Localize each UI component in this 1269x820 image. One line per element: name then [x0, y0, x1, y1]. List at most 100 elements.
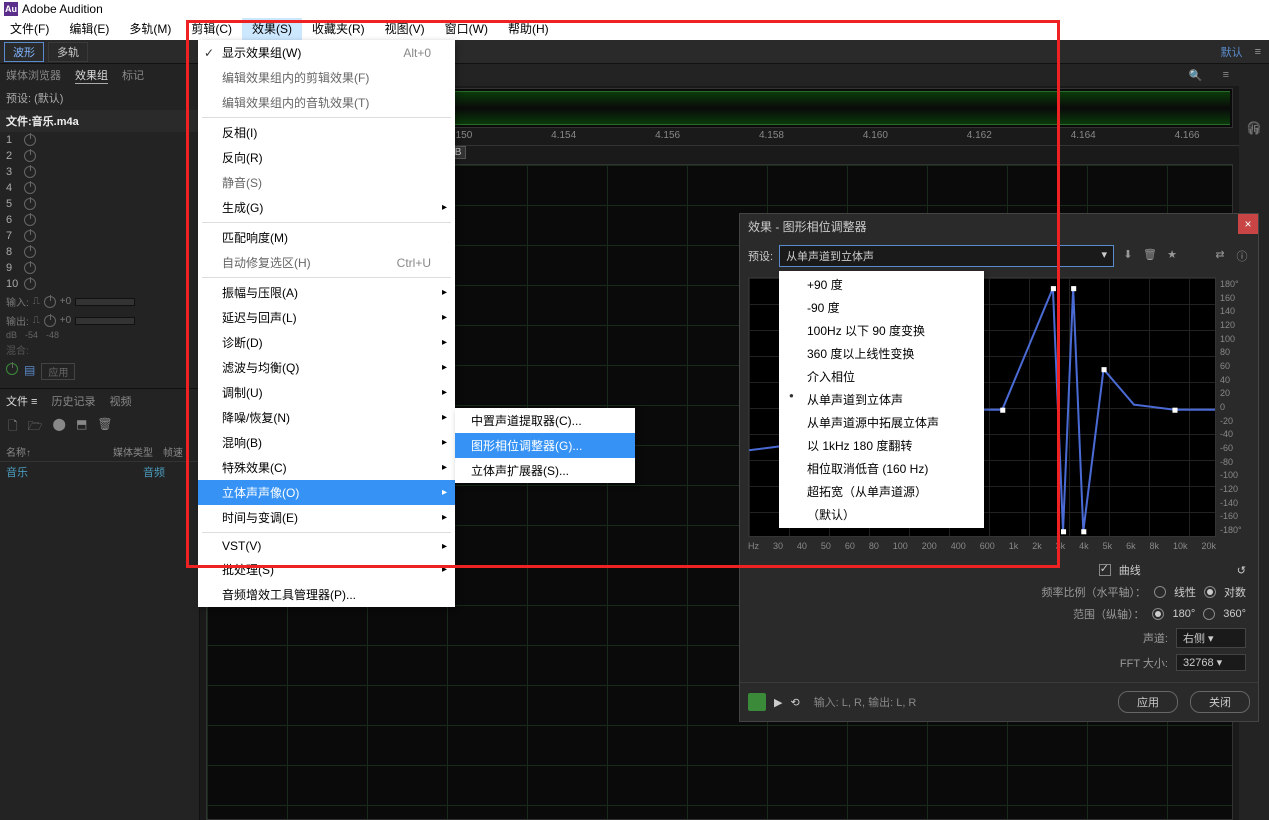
close-button[interactable]: × — [1238, 214, 1258, 234]
power-icon[interactable] — [24, 198, 36, 210]
rack-slot[interactable]: 7 — [0, 228, 199, 244]
rack-slot[interactable]: 9 — [0, 260, 199, 276]
power-icon[interactable] — [24, 246, 36, 258]
menu-item[interactable]: 混响(B) — [198, 430, 455, 455]
list-icon[interactable]: ▤ — [24, 363, 35, 380]
workspace-default[interactable]: 默认 — [1221, 44, 1243, 60]
reset-icon[interactable]: ↺ — [1237, 564, 1246, 577]
tab-video[interactable]: 视频 — [109, 393, 131, 409]
menu-item[interactable]: 反向(R) — [198, 145, 455, 170]
power-icon[interactable] — [24, 262, 36, 274]
submenu-item[interactable]: 图形相位调整器(G)... — [455, 433, 635, 458]
save-preset-icon[interactable]: ⬇ — [1120, 248, 1136, 264]
trash-icon[interactable]: 🗑 — [97, 417, 112, 438]
record-icon[interactable]: ⬤ — [53, 417, 66, 438]
preset-option[interactable]: 相位取消低音 (160 Hz) — [779, 457, 984, 480]
menu-multitrack[interactable]: 多轨(M) — [119, 18, 181, 40]
menu-item[interactable]: 振幅与压限(A) — [198, 280, 455, 305]
preset-option[interactable]: -90 度 — [779, 296, 984, 319]
submenu-item[interactable]: 中置声道提取器(C)... — [455, 408, 635, 433]
channel-select[interactable]: 右侧 ▾ — [1176, 628, 1246, 648]
rack-slot[interactable]: 8 — [0, 244, 199, 260]
rack-slot[interactable]: 5 — [0, 196, 199, 212]
rack-slot[interactable]: 2 — [0, 148, 199, 164]
menu-item[interactable]: 立体声声像(O) — [198, 480, 455, 505]
preset-option[interactable]: 介入相位 — [779, 365, 984, 388]
menu-edit[interactable]: 编辑(E) — [59, 18, 119, 40]
insert-icon[interactable]: ⬒ — [76, 417, 87, 438]
menu-item[interactable]: 降噪/恢复(N) — [198, 405, 455, 430]
tab-media-browser[interactable]: 媒体浏览器 — [6, 67, 61, 83]
power-icon[interactable] — [24, 166, 36, 178]
preset-option[interactable]: +90 度 — [779, 273, 984, 296]
preset-option[interactable]: 从单声道到立体声 — [779, 388, 984, 411]
menu-item[interactable]: 音频增效工具管理器(P)... — [198, 582, 455, 607]
tab-markers[interactable]: 标记 — [122, 67, 144, 83]
power-icon[interactable] — [24, 214, 36, 226]
play-icon[interactable]: ▶ — [774, 696, 782, 709]
menu-clip[interactable]: 剪辑(C) — [181, 18, 242, 40]
col-fps[interactable]: 帧速 — [163, 444, 193, 459]
menu-item[interactable]: 显示效果组(W)Alt+0 — [198, 40, 455, 65]
waveform-view-button[interactable]: 波形 — [4, 42, 44, 62]
multitrack-view-button[interactable]: 多轨 — [48, 42, 88, 62]
menu-view[interactable]: 视图(V) — [375, 18, 435, 40]
apply-button-small[interactable]: 应用 — [41, 363, 75, 380]
preset-option[interactable]: 从单声道源中拓展立体声 — [779, 411, 984, 434]
tab-files[interactable]: 文件 ≡ — [6, 393, 37, 409]
info-icon[interactable]: ⓘ — [1234, 248, 1250, 264]
menu-item[interactable]: 调制(U) — [198, 380, 455, 405]
preset-option[interactable]: （默认） — [779, 503, 984, 526]
rack-slot[interactable]: 3 — [0, 164, 199, 180]
power-icon[interactable] — [24, 150, 36, 162]
zoom-icon[interactable]: 🔍 — [1189, 69, 1203, 82]
workspace-menu-icon[interactable]: ≡ — [1255, 46, 1261, 58]
rack-preset-value[interactable]: (默认) — [34, 93, 63, 105]
menu-item[interactable]: 反相(I) — [198, 120, 455, 145]
menu-item[interactable]: 诊断(D) — [198, 330, 455, 355]
tab-effects-rack[interactable]: 效果组 — [75, 67, 108, 84]
list-view-icon[interactable]: ≡ — [1223, 69, 1229, 81]
preset-option[interactable]: 100Hz 以下 90 度变换 — [779, 319, 984, 342]
radio-log[interactable] — [1204, 586, 1216, 598]
menu-item[interactable]: 时间与变调(E) — [198, 505, 455, 530]
fx-preset-select[interactable]: 从单声道到立体声▾ — [779, 245, 1114, 267]
menu-window[interactable]: 窗口(W) — [435, 18, 498, 40]
fx-power-button[interactable] — [748, 693, 766, 711]
radio-linear[interactable] — [1154, 586, 1166, 598]
curve-checkbox[interactable] — [1099, 564, 1111, 576]
menu-item[interactable]: 滤波与均衡(Q) — [198, 355, 455, 380]
power-icon[interactable] — [44, 296, 56, 308]
favorite-icon[interactable]: ★ — [1164, 248, 1180, 264]
rack-slot[interactable]: 4 — [0, 180, 199, 196]
submenu-item[interactable]: 立体声扩展器(S)... — [455, 458, 635, 483]
preset-option[interactable]: 360 度以上线性变换 — [779, 342, 984, 365]
rack-slot[interactable]: 6 — [0, 212, 199, 228]
apply-button[interactable]: 应用 — [1118, 691, 1178, 713]
preset-option[interactable]: 以 1kHz 180 度翻转 — [779, 434, 984, 457]
col-type[interactable]: 媒体类型 — [113, 444, 163, 459]
menu-item[interactable]: 生成(G) — [198, 195, 455, 220]
menu-favorites[interactable]: 收藏夹(R) — [302, 18, 375, 40]
power-icon[interactable] — [44, 315, 56, 327]
menu-item[interactable]: VST(V) — [198, 535, 455, 557]
power-icon[interactable] — [24, 182, 36, 194]
rack-slot[interactable]: 10 — [0, 276, 199, 292]
close-button-footer[interactable]: 关闭 — [1190, 691, 1250, 713]
preset-option[interactable]: 超拓宽（从单声道源） — [779, 480, 984, 503]
file-list-item[interactable]: 音乐音频 — [0, 462, 199, 482]
menu-help[interactable]: 帮助(H) — [498, 18, 559, 40]
open-file-icon[interactable]: 🗁 — [28, 417, 43, 438]
menu-file[interactable]: 文件(F) — [0, 18, 59, 40]
radio-180[interactable] — [1152, 608, 1164, 620]
menu-item[interactable]: 批处理(S) — [198, 557, 455, 582]
radio-360[interactable] — [1203, 608, 1215, 620]
new-file-icon[interactable]: 🗋 — [8, 417, 18, 438]
rack-slot[interactable]: 1 — [0, 132, 199, 148]
menu-item[interactable]: 匹配响度(M) — [198, 225, 455, 250]
channel-map-icon[interactable]: ⇄ — [1212, 248, 1228, 264]
power-icon[interactable] — [24, 278, 36, 290]
tab-history[interactable]: 历史记录 — [51, 393, 95, 409]
rack-power-icon[interactable] — [6, 363, 18, 375]
menu-effects[interactable]: 效果(S) — [242, 18, 302, 40]
